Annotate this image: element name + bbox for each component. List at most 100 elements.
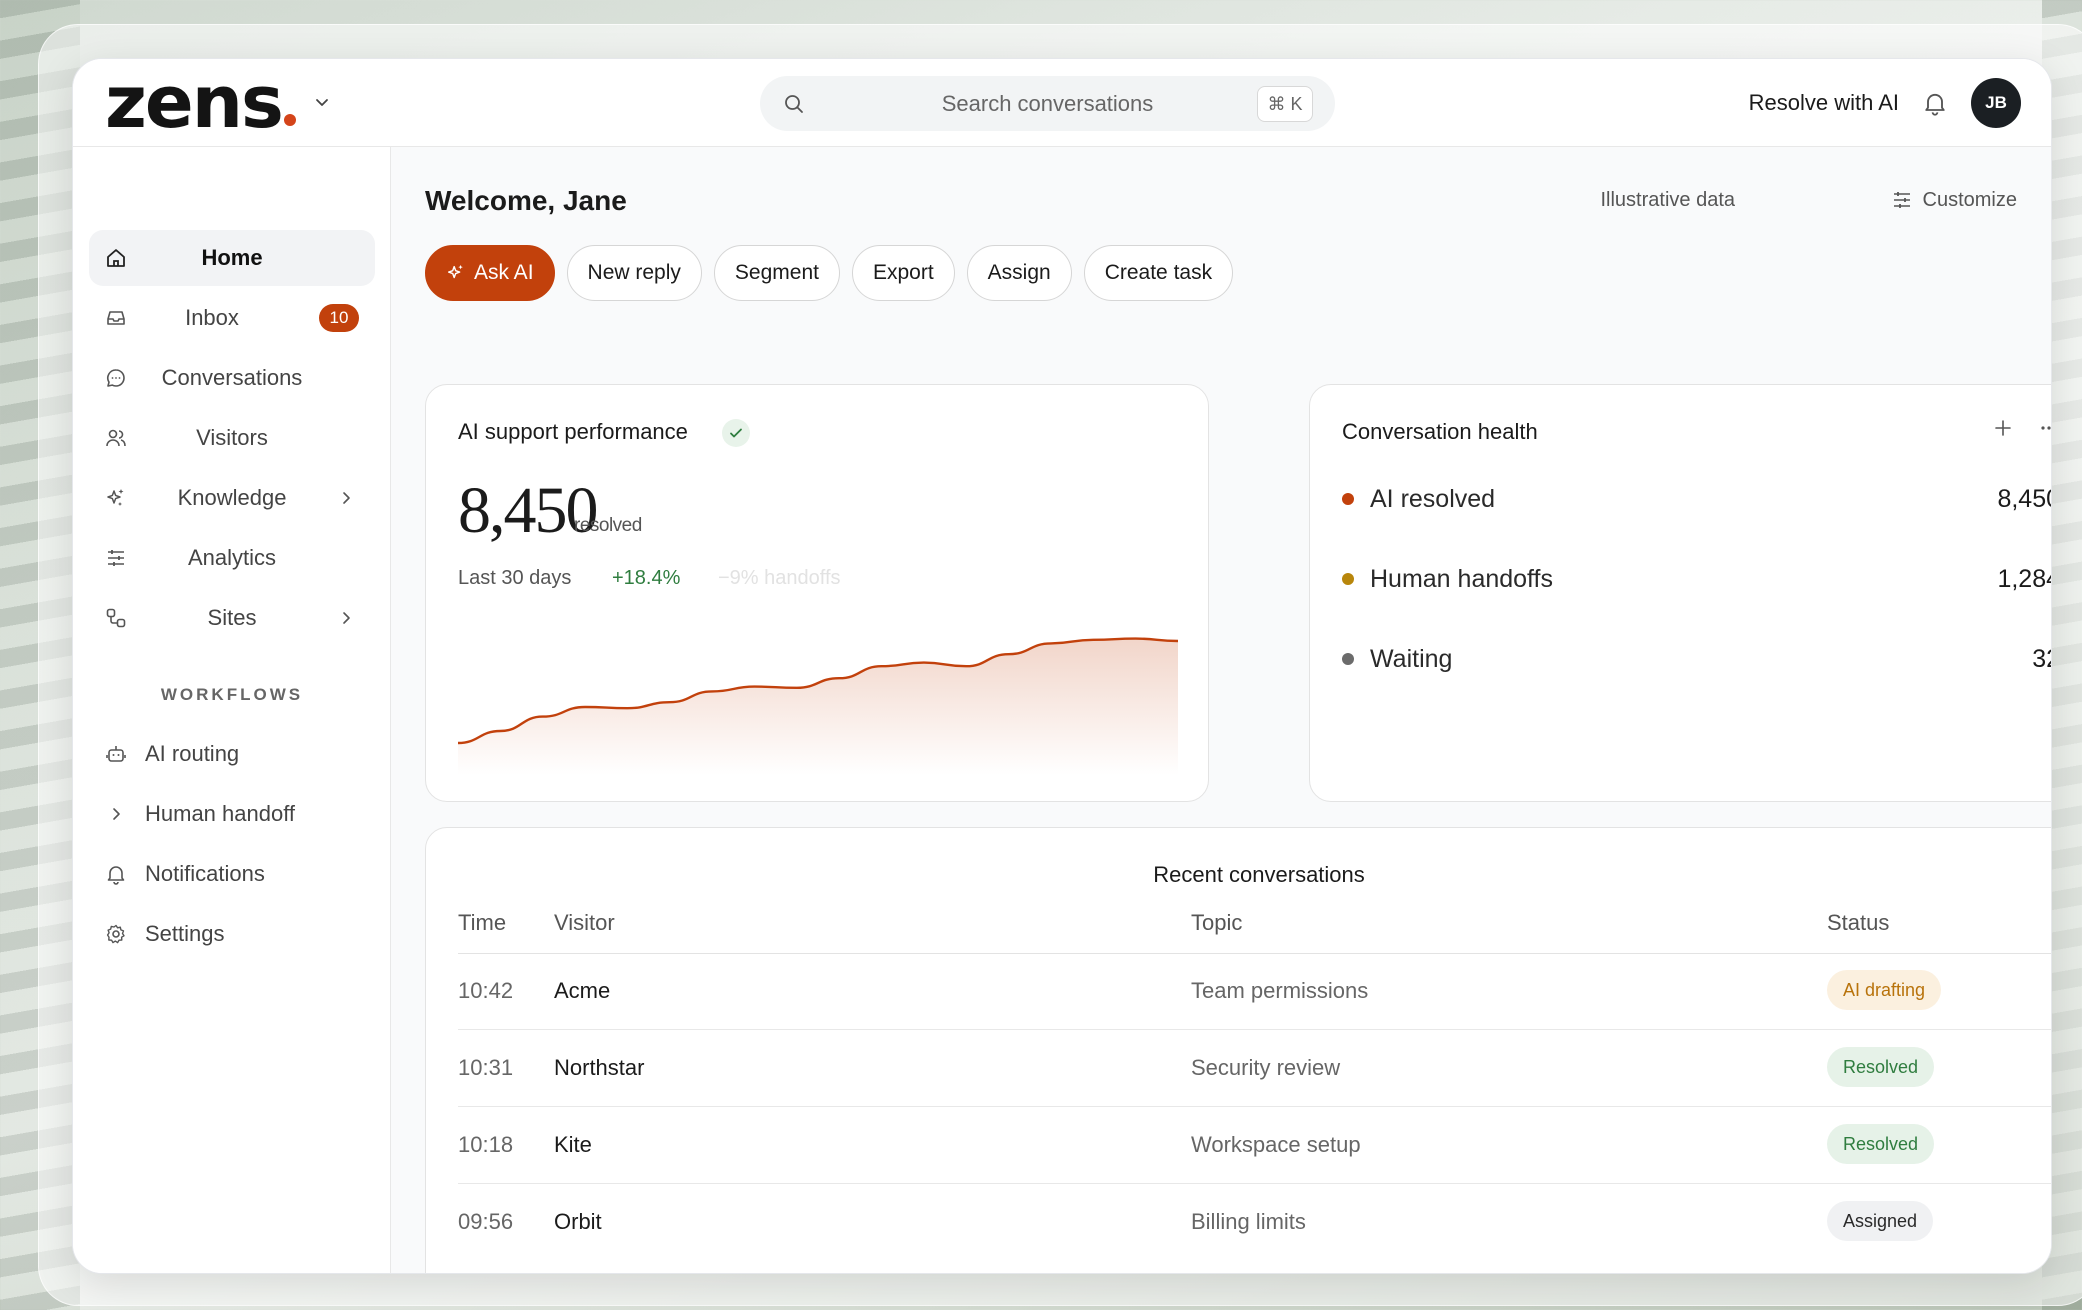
column-header-visitor: Visitor [554, 910, 615, 935]
sidebar-item-sites[interactable]: Sites [89, 590, 375, 646]
search-shortcut-hint: ⌘ K [1257, 86, 1313, 122]
search-input[interactable]: Search conversations [760, 91, 1335, 117]
sidebar-item-inbox[interactable]: Inbox 10 [89, 290, 375, 346]
sidebar-item-conversations[interactable]: Conversations [89, 350, 375, 406]
table-row[interactable]: 10:42 Acme Team permissions AI drafting [458, 954, 2051, 1030]
inbox-icon [107, 311, 125, 325]
chevron-right-icon [343, 612, 350, 624]
sparkle-icon [448, 264, 463, 279]
table-row[interactable]: 10:18 Kite Workspace setup Resolved [458, 1108, 2051, 1184]
status-dot [1342, 653, 1354, 665]
customize-button[interactable]: Customize [1891, 185, 2017, 215]
table-row[interactable]: 09:56 Orbit Billing limits Assigned [458, 1185, 2051, 1261]
search-bar[interactable]: Search conversations ⌘ K [760, 76, 1335, 131]
robot-icon [106, 746, 126, 762]
card-actions [1992, 417, 2052, 439]
health-value: 1,284 [1997, 564, 2051, 593]
avatar[interactable]: JB [1971, 78, 2021, 128]
status-dot [1342, 573, 1354, 585]
table-row[interactable]: 10:31 Northstar Security review Resolved [458, 1031, 2051, 1107]
top-actions: Resolve with AI JB [1749, 77, 2021, 129]
sidebar-item-notifications[interactable]: Notifications [89, 849, 375, 899]
page-title: Welcome, Jane [425, 185, 627, 216]
sidebar-item-label: Visitors [196, 425, 268, 450]
health-value: 8,450 [1997, 484, 2051, 513]
sidebar-item-label: Knowledge [177, 485, 287, 510]
sidebar-item-label: Sites [207, 605, 257, 630]
sidebar-item-label: Inbox [185, 305, 239, 330]
resolved-total: 8,450 [458, 474, 598, 547]
logo-wordmark: zens [105, 60, 284, 144]
assign-button[interactable]: Assign [966, 245, 1072, 301]
sidebar-item-settings[interactable]: Settings [89, 909, 375, 959]
recent-conversations-card: Recent conversations Time Visitor Topic … [425, 827, 2051, 1273]
sidebar-item-label: Notifications [145, 861, 265, 886]
health-label: Human handoffs [1370, 564, 1553, 593]
sidebar-item-label: AI routing [145, 741, 240, 766]
ai-performance-card: AI support performance 8,450 resolved La… [425, 384, 1209, 802]
row-visitor: Orbit [554, 1209, 602, 1234]
users-icon [106, 429, 126, 447]
card-title: Recent conversations [1153, 862, 1365, 887]
row-time: 09:56 [458, 1209, 514, 1234]
health-row-ai-resolved: AI resolved 8,450 [1342, 481, 2051, 517]
resolved-unit: resolved [574, 515, 642, 536]
trend-chart [458, 637, 1178, 775]
row-time: 10:31 [458, 1055, 514, 1080]
health-row-waiting: Waiting 32 [1342, 641, 2051, 677]
status-badge: Assigned [1827, 1201, 1934, 1241]
sidebar-item-human-handoff[interactable]: Human handoff [89, 789, 375, 839]
logo-dot [283, 114, 296, 126]
bell-icon[interactable] [1921, 89, 1949, 117]
health-value: 32 [2032, 644, 2051, 673]
sidebar-item-label: Conversations [161, 365, 303, 390]
chat-icon [107, 369, 125, 387]
segment-button[interactable]: Segment [713, 245, 840, 301]
sidebar-item-ai-routing[interactable]: AI routing [89, 729, 375, 779]
sliders-icon [1893, 192, 1910, 208]
health-label: Waiting [1370, 644, 1453, 673]
row-time: 10:42 [458, 978, 514, 1003]
workspace-switcher[interactable]: zens [105, 60, 330, 144]
customize-label: Customize [1922, 188, 2017, 211]
sparkle-icon [107, 489, 124, 506]
more-icon[interactable] [2038, 417, 2052, 439]
create-task-button[interactable]: Create task [1083, 245, 1234, 301]
row-time: 10:18 [458, 1132, 514, 1157]
health-row-human-handoffs: Human handoffs 1,284 [1342, 561, 2051, 597]
status-badge: Resolved [1827, 1124, 1935, 1164]
row-topic: Team permissions [1191, 978, 1369, 1003]
sliders-icon [108, 550, 124, 566]
resolved-delta: +18.4% [612, 567, 681, 589]
sidebar-item-knowledge[interactable]: Knowledge [89, 470, 375, 526]
column-header-status: Status [1827, 910, 1890, 935]
table-header: Time Visitor Topic Status [458, 910, 2051, 954]
chevron-right-icon [113, 808, 120, 820]
sidebar-item-home[interactable]: Home [89, 230, 375, 286]
export-button[interactable]: Export [851, 245, 955, 301]
sidebar-item-label: Home [201, 245, 263, 270]
handoffs-delta: −9% handoffs [718, 567, 841, 589]
new-reply-button[interactable]: New reply [566, 245, 702, 301]
verified-badge [722, 419, 750, 447]
sidebar-item-visitors[interactable]: Visitors [89, 410, 375, 466]
illustrative-data-label: Illustrative data [1600, 189, 1735, 211]
row-topic: Workspace setup [1191, 1132, 1361, 1157]
trend-area [458, 638, 1178, 775]
sidebar-item-label: Human handoff [145, 801, 296, 826]
column-header-time: Time [458, 910, 507, 935]
row-visitor: Acme [554, 978, 611, 1003]
row-visitor: Kite [554, 1132, 592, 1157]
home-icon [107, 249, 125, 267]
health-label: AI resolved [1370, 484, 1496, 513]
row-topic: Billing limits [1191, 1209, 1306, 1234]
resolve-with-ai-button[interactable]: Resolve with AI [1749, 90, 1899, 116]
sidebar: Home Inbox 10 Conversations Visitors Kno… [73, 147, 391, 1273]
ask-ai-button[interactable]: Ask AI [425, 245, 555, 301]
card-title: Conversation health [1342, 419, 1538, 444]
period-label: Last 30 days [458, 567, 572, 589]
sidebar-item-analytics[interactable]: Analytics [89, 530, 375, 586]
sidebar-item-label: Analytics [187, 545, 277, 570]
plus-icon[interactable] [1992, 417, 2014, 439]
app-window: zens Search conversations ⌘ K Resolve wi… [72, 58, 2052, 1274]
